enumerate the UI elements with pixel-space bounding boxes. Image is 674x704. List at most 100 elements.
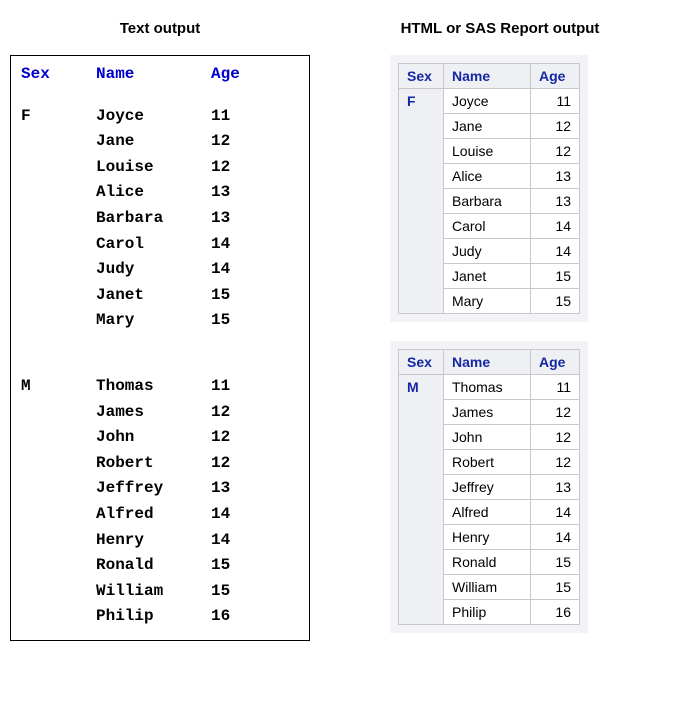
listing-cell-age: 13: [211, 206, 251, 232]
sas-header-age: Age: [531, 64, 580, 89]
sas-header-row: SexNameAge: [399, 64, 580, 89]
sas-cell-name: Ronald: [444, 550, 531, 575]
sas-cell-sex: F: [399, 89, 444, 314]
sas-cell-name: John: [444, 425, 531, 450]
listing-cell-age: 12: [211, 400, 251, 426]
listing-header-age: Age: [211, 62, 251, 88]
listing-row: Henry14: [21, 528, 299, 554]
listing-cell-sex: [21, 451, 96, 477]
sas-cell-age: 16: [531, 600, 580, 625]
sas-cell-name: Jeffrey: [444, 475, 531, 500]
sas-cell-age: 12: [531, 114, 580, 139]
table-row: MThomas11: [399, 375, 580, 400]
listing-row: Barbara13: [21, 206, 299, 232]
sas-cell-name: Barbara: [444, 189, 531, 214]
listing-cell-sex: [21, 206, 96, 232]
listing-cell-age: 13: [211, 476, 251, 502]
sas-cell-age: 11: [531, 375, 580, 400]
sas-cell-age: 14: [531, 239, 580, 264]
sas-cell-name: Alfred: [444, 500, 531, 525]
sas-header-age: Age: [531, 350, 580, 375]
listing-cell-age: 15: [211, 553, 251, 579]
sas-cell-name: Philip: [444, 600, 531, 625]
listing-cell-age: 14: [211, 232, 251, 258]
listing-cell-age: 14: [211, 257, 251, 283]
listing-cell-sex: [21, 553, 96, 579]
listing-cell-age: 11: [211, 104, 251, 130]
listing-cell-sex: [21, 232, 96, 258]
sas-header-row: SexNameAge: [399, 350, 580, 375]
listing-cell-sex: [21, 528, 96, 554]
sas-cell-name: Carol: [444, 214, 531, 239]
sas-cell-age: 15: [531, 264, 580, 289]
listing-row: William15: [21, 579, 299, 605]
sas-cell-age: 15: [531, 550, 580, 575]
listing-cell-sex: M: [21, 374, 96, 400]
sas-cell-name: Judy: [444, 239, 531, 264]
listing-row: James12: [21, 400, 299, 426]
listing-cell-age: 12: [211, 129, 251, 155]
sas-cell-name: Jane: [444, 114, 531, 139]
listing-cell-name: Barbara: [96, 206, 211, 232]
listing-row: Judy14: [21, 257, 299, 283]
html-output-section: HTML or SAS Report output SexNameAgeFJoy…: [390, 20, 610, 652]
listing-cell-age: 12: [211, 425, 251, 451]
sas-table: SexNameAgeFJoyce11Jane12Louise12Alice13B…: [398, 63, 580, 314]
listing-body: FJoyce11Jane12Louise12Alice13Barbara13Ca…: [21, 104, 299, 630]
sas-cell-name: Janet: [444, 264, 531, 289]
sas-cell-age: 11: [531, 89, 580, 114]
listing-cell-sex: [21, 180, 96, 206]
listing-cell-name: William: [96, 579, 211, 605]
sas-cell-age: 15: [531, 575, 580, 600]
sas-header-sex: Sex: [399, 64, 444, 89]
listing-row: Robert12: [21, 451, 299, 477]
listing-cell-age: 12: [211, 451, 251, 477]
listing-cell-name: Mary: [96, 308, 211, 334]
listing-cell-sex: [21, 476, 96, 502]
listing-row: Carol14: [21, 232, 299, 258]
sas-cell-name: Robert: [444, 450, 531, 475]
html-output-title: HTML or SAS Report output: [390, 20, 610, 37]
listing-header-sex: Sex: [21, 62, 96, 88]
listing-cell-name: Jane: [96, 129, 211, 155]
listing-cell-sex: [21, 129, 96, 155]
listing-cell-name: Louise: [96, 155, 211, 181]
listing-row: MThomas11: [21, 374, 299, 400]
listing-header: Sex Name Age: [21, 62, 299, 88]
sas-cell-age: 13: [531, 164, 580, 189]
listing-cell-name: Judy: [96, 257, 211, 283]
sas-header-sex: Sex: [399, 350, 444, 375]
listing-cell-sex: [21, 155, 96, 181]
sas-cell-age: 15: [531, 289, 580, 314]
listing-cell-sex: [21, 308, 96, 334]
listing-cell-name: John: [96, 425, 211, 451]
listing-cell-age: 13: [211, 180, 251, 206]
listing-cell-name: Janet: [96, 283, 211, 309]
sas-cell-age: 12: [531, 139, 580, 164]
listing-cell-name: Alice: [96, 180, 211, 206]
listing-row: John12: [21, 425, 299, 451]
sas-cell-name: Mary: [444, 289, 531, 314]
sas-cell-age: 12: [531, 425, 580, 450]
sas-cell-name: Joyce: [444, 89, 531, 114]
listing-cell-sex: [21, 579, 96, 605]
listing-cell-age: 12: [211, 155, 251, 181]
listing-row: Mary15: [21, 308, 299, 334]
sas-cell-age: 12: [531, 400, 580, 425]
listing-row: Alfred14: [21, 502, 299, 528]
listing-cell-name: Ronald: [96, 553, 211, 579]
listing-header-name: Name: [96, 62, 211, 88]
listing-cell-sex: [21, 425, 96, 451]
sas-table-block: SexNameAgeMThomas11James12John12Robert12…: [390, 341, 588, 633]
listing-row: Alice13: [21, 180, 299, 206]
sas-header-name: Name: [444, 350, 531, 375]
listing-cell-name: Robert: [96, 451, 211, 477]
listing-row: Philip16: [21, 604, 299, 630]
sas-header-name: Name: [444, 64, 531, 89]
listing-row: Jane12: [21, 129, 299, 155]
listing-cell-age: 11: [211, 374, 251, 400]
sas-cell-name: Thomas: [444, 375, 531, 400]
sas-cell-age: 14: [531, 214, 580, 239]
sas-cell-age: 14: [531, 525, 580, 550]
sas-cell-name: James: [444, 400, 531, 425]
